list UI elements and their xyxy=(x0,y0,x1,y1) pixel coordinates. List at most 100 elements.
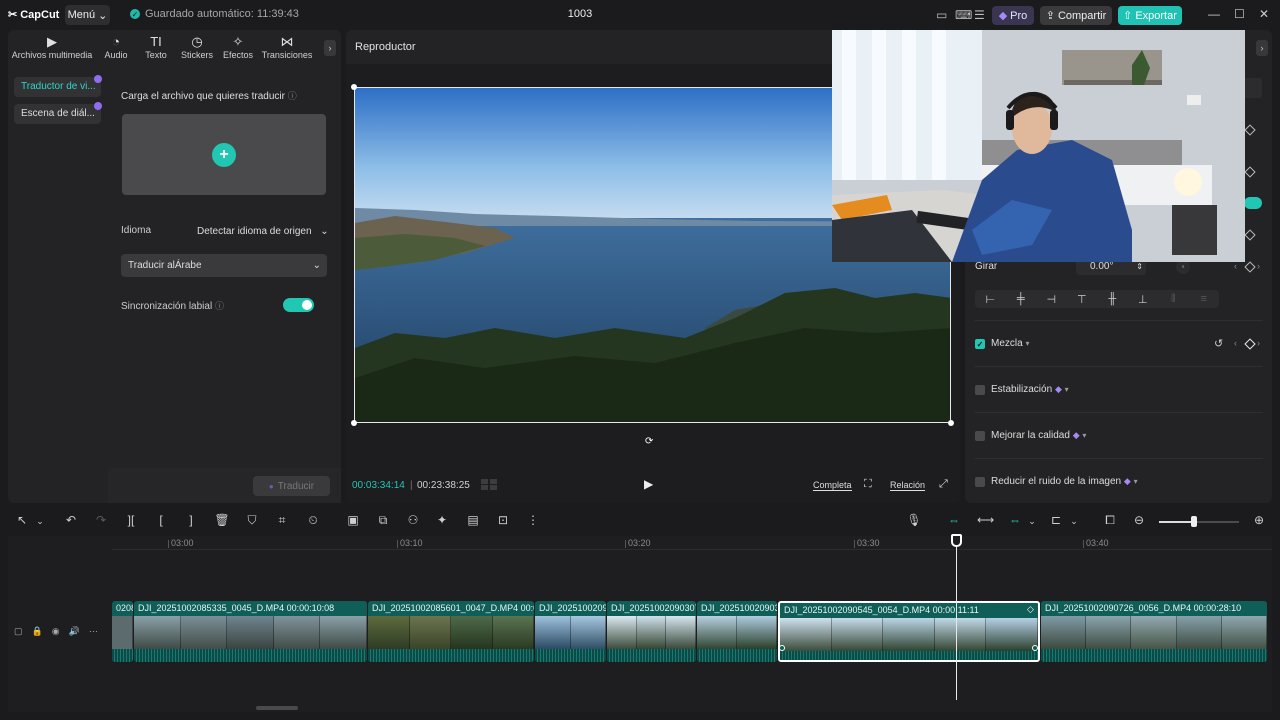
timeline-clip[interactable]: DJI_2025100209 xyxy=(535,601,606,662)
timeline-clip[interactable]: 0208 xyxy=(112,601,133,662)
speed-icon[interactable]: ⏲ xyxy=(305,513,321,528)
delete-icon[interactable]: 🗑 xyxy=(214,513,230,527)
reframe-icon[interactable]: ⊡ xyxy=(495,513,511,527)
align-left-icon[interactable]: ⊢ xyxy=(975,293,1006,306)
share-button[interactable]: ⇪ Compartir xyxy=(1040,6,1112,25)
keyframe-icon[interactable]: ◇ xyxy=(1027,604,1034,615)
person-icon[interactable]: ⚇ xyxy=(405,513,421,527)
chevron-right-icon[interactable]: › xyxy=(1256,40,1268,56)
media-edit-icon[interactable]: ▣ xyxy=(345,513,361,527)
layout-icon[interactable]: ▭ xyxy=(936,8,947,22)
tab-effects[interactable]: ✧ Efectos xyxy=(218,34,258,64)
redo-icon[interactable]: ↷ xyxy=(93,513,109,527)
zoom-knob[interactable] xyxy=(1191,516,1197,527)
crop-icon[interactable]: ⌗ xyxy=(274,513,290,528)
distribute-h-icon[interactable]: ⫴ xyxy=(1158,293,1189,306)
export-button[interactable]: ⇧ Exportar xyxy=(1118,6,1182,25)
tab-text[interactable]: TI Texto xyxy=(136,34,176,64)
tab-media[interactable]: ▶ Archivos multimedia xyxy=(8,34,96,64)
lock-icon[interactable]: 🔒 xyxy=(32,626,43,637)
resize-handle[interactable] xyxy=(351,84,357,90)
timeline-scrollbar[interactable] xyxy=(256,706,298,710)
denoise-checkbox[interactable] xyxy=(975,477,985,487)
zoom-in-icon[interactable]: ⊕ xyxy=(1251,513,1267,527)
caret-down-icon[interactable]: ▾ xyxy=(1025,339,1029,348)
tab-stickers[interactable]: ◷ Stickers xyxy=(176,34,218,64)
add-file-icon[interactable]: + xyxy=(212,143,236,167)
eye-icon[interactable]: ◉ xyxy=(52,626,60,637)
align-center-h-icon[interactable]: ╪ xyxy=(1006,293,1037,305)
help-icon[interactable]: ⓘ xyxy=(288,91,297,101)
keyframe-next-icon[interactable]: › xyxy=(1257,338,1260,348)
rotation-dial-icon[interactable]: ◦ xyxy=(1176,260,1190,274)
play-icon[interactable]: ▶ xyxy=(644,477,660,493)
fullscreen-icon[interactable]: ⤢ xyxy=(939,478,948,491)
resize-handle[interactable] xyxy=(351,420,357,426)
fade-handle[interactable] xyxy=(779,645,785,651)
hd-icon[interactable]: ▤ xyxy=(465,513,481,527)
align-right-icon[interactable]: ⊣ xyxy=(1036,293,1067,306)
translate-to-select[interactable]: Traducir alÁrabe ⌄ xyxy=(121,254,327,277)
enhance-checkbox[interactable] xyxy=(975,431,985,441)
chevron-down-icon[interactable]: ⌄ xyxy=(1024,516,1040,527)
timeline-clip[interactable]: DJI_20251002090307 xyxy=(607,601,696,662)
tabs-more-button[interactable]: › xyxy=(324,40,336,56)
split-icon[interactable]: ][ xyxy=(123,513,139,527)
keyframe-prev-icon[interactable]: ‹ xyxy=(1234,338,1237,348)
timeline-clip[interactable]: DJI_202510020903 xyxy=(697,601,777,662)
settings-list-icon[interactable]: ☰ xyxy=(974,8,985,22)
magic-icon[interactable]: ✦ xyxy=(434,513,450,527)
fit-screen-icon[interactable]: ⛶ xyxy=(864,478,872,491)
zoom-out-icon[interactable]: ⊖ xyxy=(1131,513,1147,527)
microphone-icon[interactable]: 🎙 xyxy=(906,513,922,527)
fade-handle[interactable] xyxy=(1032,645,1038,651)
timeline-clip-selected[interactable]: DJI_20251002090545_0054_D.MP4 00:00:11:1… xyxy=(778,601,1040,662)
volume-icon[interactable]: 🔊 xyxy=(69,626,80,637)
split-right-icon[interactable]: ] xyxy=(183,513,199,527)
undo-icon[interactable]: ↶ xyxy=(63,513,79,527)
shield-icon[interactable]: ⛉ xyxy=(244,513,260,528)
sidebar-item-video-translator[interactable]: Traductor de vi... xyxy=(14,77,101,97)
chevron-down-icon[interactable]: ⌄ xyxy=(32,516,48,527)
tab-transitions[interactable]: ⋈ Transiciones xyxy=(258,34,316,64)
keyframe-prev-icon[interactable]: ‹ xyxy=(1234,261,1237,271)
lipsync-toggle[interactable] xyxy=(283,298,314,312)
link-icon[interactable]: ⇔ xyxy=(1007,513,1023,527)
pro-button[interactable]: ◆ Pro xyxy=(992,6,1034,25)
more-icon[interactable]: ⋯ xyxy=(89,626,98,637)
align-center-v-icon[interactable]: ╫ xyxy=(1097,293,1128,305)
caret-down-icon[interactable]: ▾ xyxy=(1134,477,1138,486)
resize-handle[interactable] xyxy=(948,420,954,426)
close-icon[interactable]: ✕ xyxy=(1259,7,1269,21)
select-cursor-icon[interactable]: ↖ xyxy=(14,513,30,527)
distribute-v-icon[interactable]: ≡ xyxy=(1189,293,1220,305)
full-quality-button[interactable]: Completa xyxy=(813,480,852,491)
stabilization-checkbox[interactable] xyxy=(975,385,985,395)
playhead-handle[interactable] xyxy=(951,534,962,547)
timecode-grid-icon[interactable] xyxy=(481,478,499,491)
caret-down-icon[interactable]: ▾ xyxy=(1065,385,1069,394)
aspect-ratio-button[interactable]: Relación xyxy=(890,480,926,491)
audio-wave-icon[interactable]: ⋮ xyxy=(525,513,541,527)
help-icon[interactable]: ⓘ xyxy=(215,301,224,311)
rotate-handle-icon[interactable]: ⟳ xyxy=(645,436,659,447)
timeline-clip[interactable]: DJI_20251002085601_0047_D.MP4 00:0 xyxy=(368,601,534,662)
minimize-icon[interactable]: — xyxy=(1208,7,1220,21)
sidebar-item-dialogue-scene[interactable]: Escena de diál... xyxy=(14,104,101,124)
language-select[interactable]: Detectar idioma de origen ⌄ xyxy=(197,226,329,237)
snap-icon[interactable]: ⊏ xyxy=(1048,513,1064,527)
align-top-icon[interactable]: ⊤ xyxy=(1067,293,1098,306)
blend-checkbox[interactable]: ✓ xyxy=(975,339,985,349)
preview-axis-icon[interactable]: ⟷ xyxy=(977,513,994,527)
align-bottom-icon[interactable]: ⊥ xyxy=(1128,293,1159,306)
keyframe-next-icon[interactable]: › xyxy=(1257,261,1260,271)
reset-icon[interactable]: ↺ xyxy=(1214,337,1223,350)
translate-button[interactable]: ● Traducir xyxy=(253,476,330,496)
menu-button[interactable]: Menú ⌄ xyxy=(65,5,110,25)
keyboard-icon[interactable]: ⌨ xyxy=(955,8,972,22)
chevron-down-icon[interactable]: ⌄ xyxy=(1066,516,1082,527)
maximize-icon[interactable]: ☐ xyxy=(1234,7,1245,21)
project-title[interactable]: 1003 xyxy=(560,8,600,20)
main-track-magnet-icon[interactable]: ⇔ xyxy=(946,513,962,527)
screen-icon[interactable]: ⧠ xyxy=(1102,513,1118,528)
